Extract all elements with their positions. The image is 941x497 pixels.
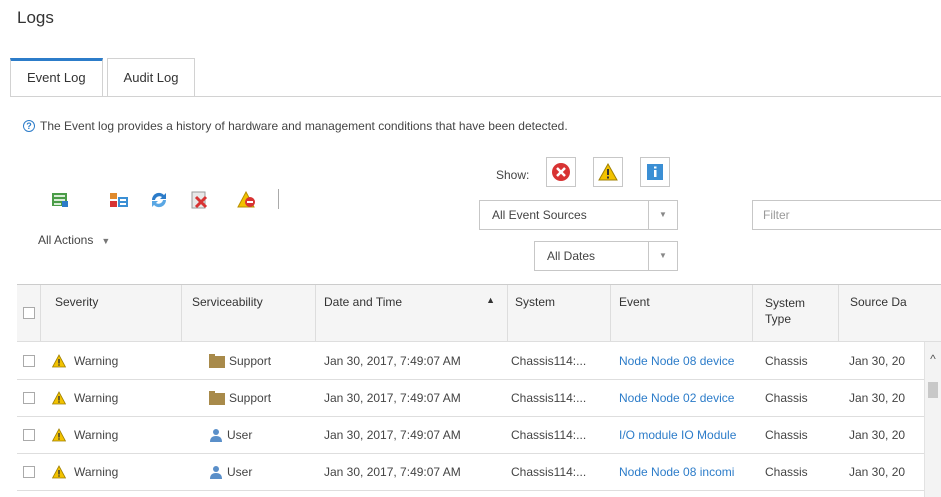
severity-cell: Warning xyxy=(41,343,182,379)
event-sources-value: All Event Sources xyxy=(492,208,587,222)
refresh-icon[interactable] xyxy=(149,191,169,209)
warning-icon xyxy=(52,354,66,368)
severity-cell: Warning xyxy=(41,454,182,490)
show-label: Show: xyxy=(496,168,530,182)
warning-icon xyxy=(52,465,66,479)
row-checkbox-cell xyxy=(17,343,41,379)
all-actions-menu[interactable]: All Actions ▼ xyxy=(38,233,110,247)
table-row[interactable]: Warning User Jan 30, 2017, 7:49:07 AM Chass… xyxy=(17,417,941,454)
select-all-checkbox[interactable] xyxy=(22,307,35,319)
warning-icon xyxy=(52,391,66,405)
delete-event-icon[interactable] xyxy=(190,191,210,209)
user-icon xyxy=(210,466,222,479)
date-time-cell: Jan 30, 2017, 7:49:07 AM xyxy=(324,391,461,405)
column-header-severity[interactable]: Severity xyxy=(41,285,182,341)
tab-event-log[interactable]: Event Log xyxy=(10,58,103,96)
system-cell: Chassis114:... xyxy=(511,428,587,442)
select-all-cell xyxy=(17,285,41,341)
column-header-source-date[interactable]: Source Da xyxy=(839,285,941,341)
critical-icon xyxy=(552,163,570,181)
table-scrollbar[interactable]: ^ xyxy=(924,342,941,497)
event-cell: Node Node 02 device xyxy=(611,380,759,416)
export-icon[interactable] xyxy=(50,191,70,209)
chevron-down-icon: ▼ xyxy=(648,201,677,229)
toolbar-separator xyxy=(278,189,279,209)
date-time-cell: Jan 30, 2017, 7:49:07 AM xyxy=(324,465,461,479)
system-type-cell: Chassis xyxy=(759,343,839,379)
serviceability-cell: User xyxy=(182,417,316,453)
row-checkbox[interactable] xyxy=(23,429,35,441)
column-header-event[interactable]: Event xyxy=(611,285,753,341)
system-cell: Chassis114:... xyxy=(511,354,587,368)
chevron-down-icon: ▼ xyxy=(648,242,677,270)
show-critical-button[interactable] xyxy=(546,157,576,187)
event-cell: Node Node 08 device xyxy=(611,343,759,379)
system-type-cell: Chassis xyxy=(759,454,839,490)
info-banner: ? The Event log provides a history of ha… xyxy=(23,119,568,133)
table-row[interactable]: Warning Support Jan 30, 2017, 7:49:07 AM Ch… xyxy=(17,343,941,380)
column-header-serviceability[interactable]: Serviceability xyxy=(182,285,316,341)
column-header-system[interactable]: System xyxy=(508,285,611,341)
show-informational-button[interactable] xyxy=(640,157,670,187)
system-cell: Chassis114:... xyxy=(511,465,587,479)
folder-icon xyxy=(209,391,225,405)
log-tabs: Event Log Audit Log xyxy=(10,58,196,96)
info-text: The Event log provides a history of hard… xyxy=(40,119,568,133)
serviceability-cell: User xyxy=(182,454,316,490)
table-row[interactable]: Warning Support Jan 30, 2017, 7:49:07 AM Ch… xyxy=(17,380,941,417)
event-log-table: Severity Serviceability Date and Time ▲ S… xyxy=(17,284,941,497)
column-header-system-type[interactable]: System Type xyxy=(753,285,839,341)
event-link[interactable]: I/O module IO Module xyxy=(619,428,736,442)
table-row[interactable]: Warning User Jan 30, 2017, 7:49:07 AM Chass… xyxy=(17,454,941,491)
informational-icon xyxy=(647,164,663,180)
severity-cell: Warning xyxy=(41,380,182,416)
system-cell: Chassis114:... xyxy=(511,391,587,405)
row-checkbox[interactable] xyxy=(23,466,35,478)
folder-icon xyxy=(209,354,225,368)
row-checkbox-cell xyxy=(17,417,41,453)
row-checkbox-cell xyxy=(17,454,41,490)
date-time-cell: Jan 30, 2017, 7:49:07 AM xyxy=(324,428,461,442)
event-cell: Node Node 08 incomi xyxy=(611,454,759,490)
system-type-cell: Chassis xyxy=(759,380,839,416)
clear-logs-icon[interactable] xyxy=(109,191,129,209)
system-type-cell: Chassis xyxy=(759,417,839,453)
user-icon xyxy=(210,429,222,442)
sort-ascending-icon: ▲ xyxy=(486,295,495,305)
row-checkbox[interactable] xyxy=(23,392,35,404)
exclude-event-icon[interactable] xyxy=(237,191,257,209)
warning-icon xyxy=(598,162,618,181)
event-sources-select[interactable]: All Event Sources ▼ xyxy=(479,200,678,230)
show-warning-button[interactable] xyxy=(593,157,623,187)
date-time-cell: Jan 30, 2017, 7:49:07 AM xyxy=(324,354,461,368)
all-actions-label: All Actions xyxy=(38,233,94,247)
severity-cell: Warning xyxy=(41,417,182,453)
tab-divider xyxy=(10,96,941,97)
warning-icon xyxy=(52,428,66,442)
dates-select[interactable]: All Dates ▼ xyxy=(534,241,678,271)
event-link[interactable]: Node Node 02 device xyxy=(619,391,734,405)
serviceability-cell: Support xyxy=(182,380,316,416)
tab-audit-log[interactable]: Audit Log xyxy=(106,58,196,96)
row-checkbox[interactable] xyxy=(23,355,35,367)
chevron-down-icon: ▼ xyxy=(101,236,111,246)
serviceability-cell: Support xyxy=(182,343,316,379)
help-icon[interactable]: ? xyxy=(23,120,35,132)
event-link[interactable]: Node Node 08 device xyxy=(619,354,734,368)
dates-value: All Dates xyxy=(547,249,596,263)
event-link[interactable]: Node Node 08 incomi xyxy=(619,465,734,479)
row-checkbox-cell xyxy=(17,380,41,416)
column-header-date-time[interactable]: Date and Time ▲ xyxy=(316,285,508,341)
chevron-up-icon[interactable]: ^ xyxy=(925,352,941,366)
event-cell: I/O module IO Module xyxy=(611,417,759,453)
filter-input[interactable] xyxy=(752,200,941,230)
page-title: Logs xyxy=(17,8,54,27)
scrollbar-thumb[interactable] xyxy=(928,382,938,398)
table-header: Severity Serviceability Date and Time ▲ S… xyxy=(17,285,941,342)
